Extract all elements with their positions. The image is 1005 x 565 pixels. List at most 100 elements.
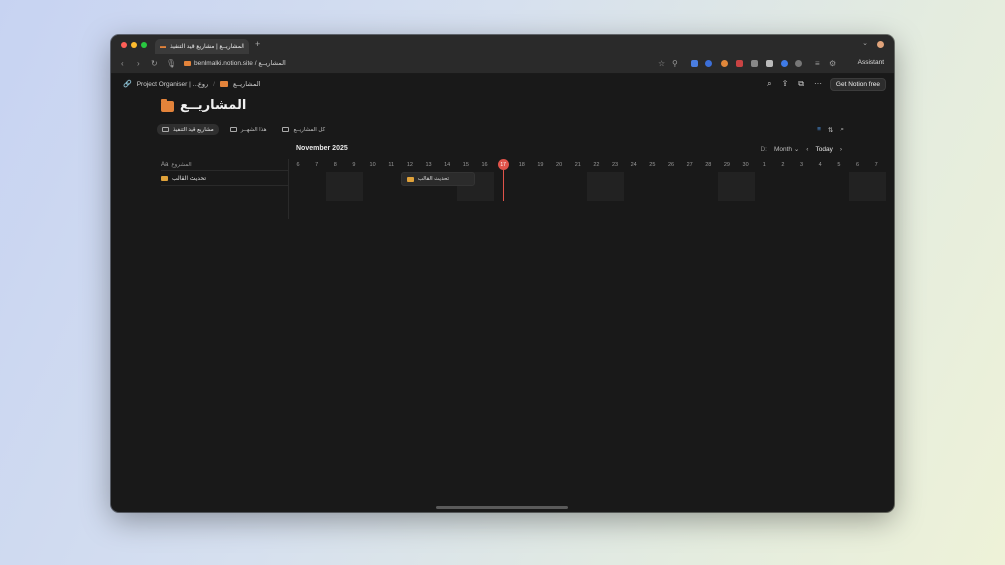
folder-icon bbox=[161, 99, 174, 112]
back-icon[interactable]: ‹ bbox=[121, 59, 124, 68]
duplicate-icon[interactable]: ⧉ bbox=[798, 79, 804, 89]
day-label: 19 bbox=[537, 162, 544, 168]
link-icon[interactable]: ⚲ bbox=[672, 59, 678, 68]
filter-icon[interactable]: ≡ bbox=[817, 126, 821, 134]
extension-icon[interactable] bbox=[736, 60, 743, 67]
day-label: 29 bbox=[723, 162, 730, 168]
timeline-view: November 2025 D: Month ⌄ ‹ Today › Aa ال… bbox=[157, 142, 887, 262]
timeline-icon bbox=[162, 127, 169, 132]
day-label: 12 bbox=[406, 162, 413, 168]
prev-icon[interactable]: ‹ bbox=[806, 146, 808, 153]
scale-select[interactable]: Month ⌄ bbox=[774, 145, 799, 153]
extension-icon[interactable] bbox=[691, 60, 698, 67]
url-text: benlmalki.notion.site / المشاريــع bbox=[194, 60, 286, 67]
more-icon[interactable]: ··· bbox=[814, 79, 822, 89]
assistant-button[interactable]: Assistant bbox=[858, 59, 884, 66]
board-icon bbox=[229, 127, 237, 132]
day-label: 22 bbox=[593, 162, 600, 168]
bookmark-star-icon[interactable]: ☆ bbox=[658, 59, 665, 68]
today-line bbox=[503, 170, 505, 201]
search-icon[interactable]: ⌕ bbox=[767, 79, 771, 89]
day-label: 2 bbox=[781, 162, 785, 168]
page-title: المشاريــع bbox=[180, 97, 247, 112]
day-label: 21 bbox=[574, 162, 581, 168]
day-label: 4 bbox=[818, 162, 822, 168]
day-label: 27 bbox=[686, 162, 693, 168]
text-property-icon: Aa bbox=[161, 161, 169, 168]
day-label: 24 bbox=[630, 162, 637, 168]
view-tools: ≡ ⇅ ⌕ bbox=[817, 126, 844, 134]
day-label: 5 bbox=[837, 162, 841, 168]
tab-title: المشاريــع | مشاريع قيد التنفيذ bbox=[170, 44, 244, 50]
day-label: 7 bbox=[874, 162, 878, 168]
reload-icon[interactable]: ↻ bbox=[151, 59, 158, 68]
briefcase-icon bbox=[406, 176, 414, 182]
tab-label: كل المشاريــع bbox=[293, 126, 326, 133]
profile-avatar[interactable] bbox=[877, 41, 884, 48]
table-icon bbox=[282, 127, 290, 132]
day-label: 14 bbox=[444, 162, 451, 168]
breadcrumb-current[interactable]: المشاريــع bbox=[233, 80, 261, 88]
day-label: 11 bbox=[388, 162, 395, 168]
folder-icon bbox=[219, 81, 228, 87]
tab-all-projects[interactable]: كل المشاريــع bbox=[277, 124, 330, 135]
share-icon[interactable]: ⇪ bbox=[782, 79, 789, 89]
day-label: 15 bbox=[462, 162, 469, 168]
close-window-button[interactable] bbox=[121, 42, 127, 48]
column-header-label: المشروع bbox=[171, 161, 192, 168]
day-label: 30 bbox=[742, 162, 749, 168]
row-name: تحديث القالب bbox=[172, 176, 206, 182]
maximize-window-button[interactable] bbox=[141, 42, 147, 48]
tab-this-month[interactable]: هذا الشهــر bbox=[225, 124, 272, 135]
weekend-shade bbox=[587, 172, 625, 201]
extension-icon[interactable] bbox=[751, 60, 758, 67]
chevron-down-icon[interactable]: ⌄ bbox=[862, 39, 868, 47]
tab-in-progress[interactable]: مشاريع قيد التنفيذ bbox=[157, 124, 219, 135]
day-label: 16 bbox=[481, 162, 488, 168]
timeline-month-label: November 2025 bbox=[296, 145, 348, 152]
next-icon[interactable]: › bbox=[840, 146, 842, 153]
bar-label: تحديث القالب bbox=[417, 176, 450, 182]
weekend-shade bbox=[326, 172, 364, 201]
microphone-icon[interactable]: 🎙 bbox=[166, 59, 176, 68]
link-icon: 🔗 bbox=[123, 81, 132, 88]
sort-icon[interactable]: ⇅ bbox=[828, 126, 833, 134]
extension-icon[interactable] bbox=[781, 60, 788, 67]
today-button[interactable]: Today bbox=[815, 146, 832, 153]
get-notion-free-button[interactable]: Get Notion free bbox=[829, 78, 886, 91]
day-label: 3 bbox=[800, 162, 804, 168]
tab-label: هذا الشهــر bbox=[240, 126, 267, 133]
breadcrumb-parent[interactable]: Project Organiser | ...روع bbox=[137, 80, 208, 88]
browser-window: ▬ المشاريــع | مشاريع قيد التنفيذ + ⌄ ‹ … bbox=[111, 35, 894, 512]
weekend-shade bbox=[717, 172, 755, 201]
url-field[interactable]: benlmalki.notion.site / المشاريــع bbox=[184, 59, 286, 67]
address-bar-row: ‹ › ↻ 🎙 benlmalki.notion.site / المشاريـ… bbox=[111, 54, 894, 74]
new-tab-button[interactable]: + bbox=[255, 39, 260, 49]
extension-icon[interactable] bbox=[705, 60, 712, 67]
browser-tab[interactable]: ▬ المشاريــع | مشاريع قيد التنفيذ bbox=[155, 39, 249, 54]
settings-icon[interactable]: ⚙ bbox=[829, 59, 836, 68]
briefcase-icon bbox=[161, 176, 168, 181]
day-label: 26 bbox=[667, 162, 675, 168]
tab-label: مشاريع قيد التنفيذ bbox=[173, 126, 214, 133]
day-label: 10 bbox=[369, 162, 376, 168]
minimize-window-button[interactable] bbox=[131, 42, 137, 48]
search-icon[interactable]: ⌕ bbox=[840, 126, 844, 134]
horizontal-scrollbar[interactable] bbox=[436, 506, 568, 509]
timeline-bar[interactable]: تحديث القالب bbox=[400, 172, 475, 186]
menu-lines-icon[interactable]: ≡ bbox=[815, 59, 820, 68]
tab-bar: ▬ المشاريــع | مشاريع قيد التنفيذ + ⌄ bbox=[111, 35, 894, 54]
day-label: 28 bbox=[705, 162, 712, 168]
forward-icon[interactable]: › bbox=[137, 59, 140, 68]
today-marker: 17 bbox=[497, 159, 509, 170]
breadcrumb: 🔗 Project Organiser | ...روع / المشاريــ… bbox=[123, 80, 261, 89]
column-header[interactable]: Aa المشروع bbox=[161, 159, 288, 171]
table-row[interactable]: تحديث القالب bbox=[161, 172, 288, 186]
extension-icon[interactable] bbox=[766, 60, 773, 67]
day-label: 18 bbox=[518, 162, 525, 168]
day-label: 13 bbox=[425, 162, 432, 168]
divider bbox=[288, 159, 289, 219]
day-label: 9 bbox=[352, 162, 356, 168]
extension-icon[interactable] bbox=[721, 60, 728, 67]
puzzle-icon[interactable] bbox=[795, 60, 802, 67]
